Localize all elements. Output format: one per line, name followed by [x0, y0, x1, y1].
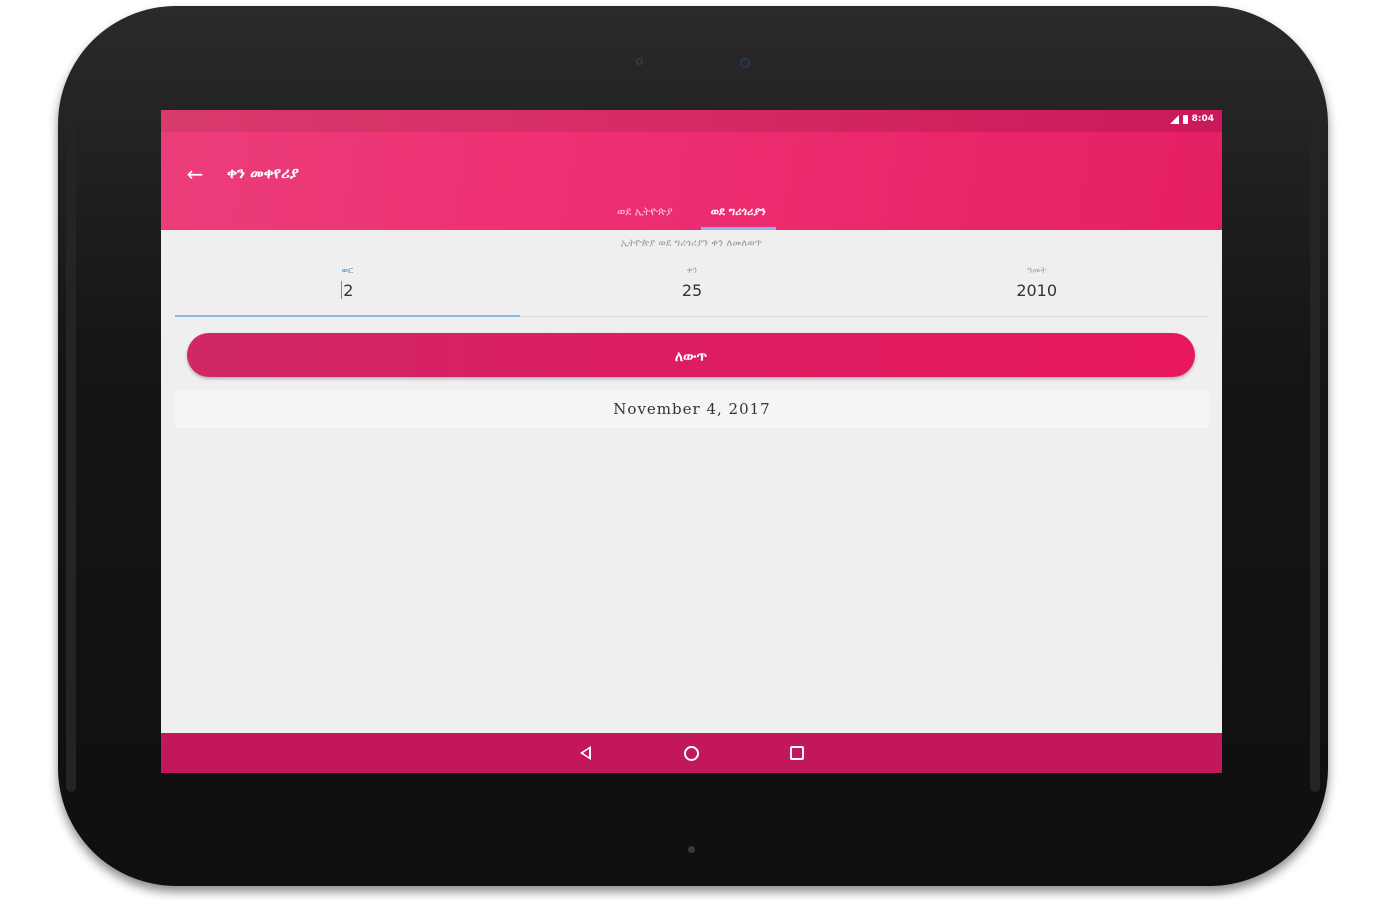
year-field[interactable]: ዓመት 2010 — [864, 260, 1209, 316]
tab-bar: ወደ ኢትዮጵያ ወደ ግሪጎሪያን — [161, 202, 1222, 230]
month-input-value: 2 — [343, 281, 354, 300]
arrow-back-icon[interactable]: ← — [183, 162, 207, 186]
year-field-label: ዓመት — [1026, 266, 1047, 276]
date-input-row: ወር 2 ቀን 25 ዓመት 2010 — [175, 260, 1209, 317]
system-nav-bar — [161, 733, 1222, 773]
year-input[interactable]: 2010 — [864, 281, 1209, 300]
app-bar: ← ቀን መቀየሪያ ወደ ኢትዮጵያ ወደ ግሪጎሪያን — [161, 132, 1222, 230]
converter-subtitle: ኢትዮጵያ ወደ ግሪጎሪያን ቀን ለመለወጥ — [620, 238, 763, 249]
nav-recent-icon[interactable] — [787, 743, 807, 763]
camera-icon — [740, 58, 750, 68]
month-field[interactable]: ወር 2 — [175, 260, 520, 317]
day-field-label: ቀን — [686, 266, 698, 276]
month-input[interactable]: 2 — [175, 281, 520, 300]
nav-back-icon[interactable] — [575, 743, 595, 763]
status-time: 8:04 — [1191, 114, 1214, 124]
month-field-label: ወር — [341, 266, 354, 276]
conversion-result: November 4, 2017 — [175, 390, 1209, 428]
convert-button[interactable]: ለውጥ — [187, 333, 1195, 377]
tab-to-gregorian[interactable]: ወደ ግሪጎሪያን — [700, 202, 777, 230]
signal-icon — [1169, 114, 1179, 124]
battery-icon — [1182, 114, 1188, 124]
tablet-right-rim — [1310, 102, 1320, 792]
nav-home-icon[interactable] — [681, 743, 701, 763]
status-bar: 8:04 — [161, 110, 1222, 132]
day-input[interactable]: 25 — [520, 281, 865, 300]
tablet-bottom-dot — [688, 846, 695, 853]
app-screen: 8:04 ← ቀን መቀየሪያ ወደ ኢትዮጵያ ወደ ግሪጎሪያን ኢትዮጵያ… — [161, 110, 1222, 773]
tab-to-ethiopian[interactable]: ወደ ኢትዮጵያ — [607, 202, 683, 230]
sensor-icon — [636, 58, 643, 65]
day-field[interactable]: ቀን 25 — [520, 260, 865, 316]
status-icons: 8:04 — [1169, 114, 1214, 124]
tablet-left-rim — [66, 102, 76, 792]
app-title: ቀን መቀየሪያ — [227, 164, 299, 182]
